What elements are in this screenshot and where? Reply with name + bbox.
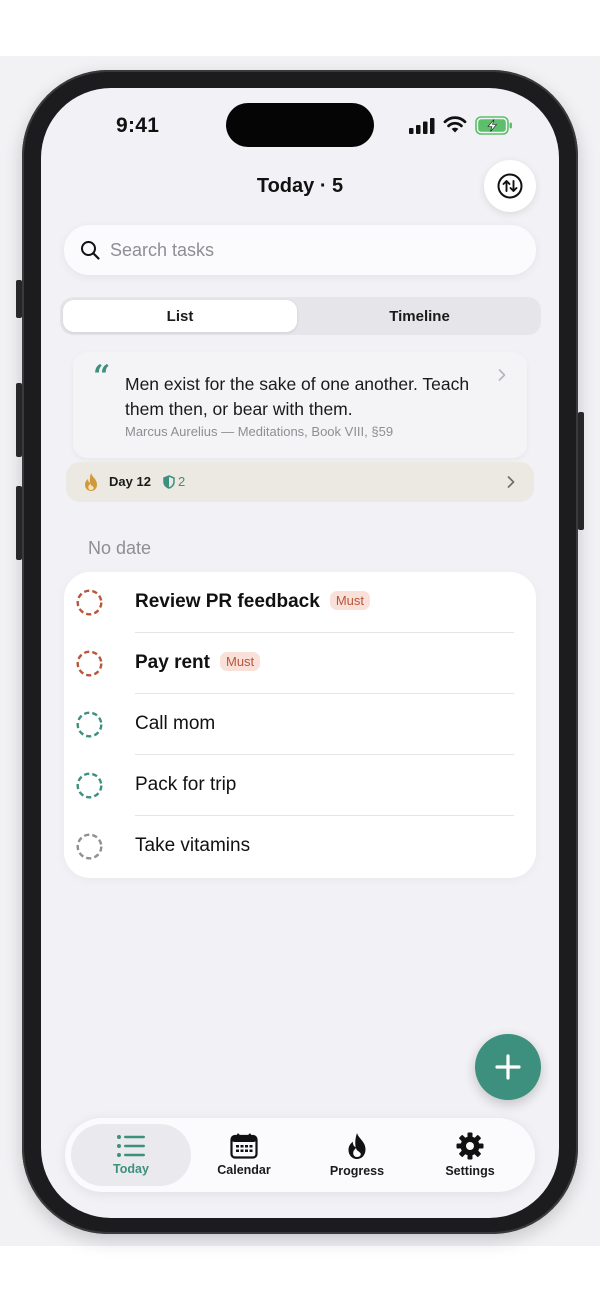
bottom-background-band [0, 1246, 600, 1304]
plus-icon [495, 1054, 521, 1080]
sort-arrows-icon [497, 173, 523, 199]
task-checkbox-must[interactable] [76, 589, 103, 616]
status-time: 9:41 [116, 114, 160, 137]
tab-today[interactable]: Today [71, 1124, 191, 1186]
tab-bar: Today Calendar Progress Settings [65, 1118, 535, 1192]
task-row[interactable]: Pay rent Must [64, 633, 536, 694]
segment-list[interactable]: List [63, 300, 297, 332]
gear-icon [456, 1132, 484, 1160]
task-list: Review PR feedback Must Pay rent Must Call… [64, 572, 536, 878]
add-task-button[interactable] [475, 1034, 541, 1100]
sort-button[interactable] [484, 160, 536, 212]
task-title: Take vitamins [135, 835, 251, 856]
battery-charging-icon [475, 116, 512, 135]
quote-mark-icon: “ [93, 359, 111, 394]
page-title: Today · 5 [256, 175, 344, 197]
task-row[interactable]: Call mom [64, 694, 536, 755]
streak-bar[interactable]: Day 12 2 [66, 462, 534, 502]
top-background-band [0, 0, 600, 56]
task-title: Pay rent Must [135, 652, 261, 674]
view-segmented-control: List Timeline [60, 297, 541, 335]
task-row[interactable]: Review PR feedback Must [64, 572, 536, 633]
task-row[interactable]: Pack for trip [64, 755, 536, 816]
task-title: Pack for trip [135, 774, 237, 795]
chevron-right-icon [507, 476, 515, 488]
power-button [578, 412, 584, 530]
task-checkbox-must[interactable] [76, 650, 103, 677]
tab-calendar[interactable]: Calendar [184, 1124, 304, 1186]
must-badge: Must [329, 591, 370, 610]
tab-label: Calendar [217, 1163, 271, 1177]
search-bar[interactable] [64, 225, 536, 275]
phone-screen: 9:41 Today · 5 List Timelin [41, 88, 559, 1218]
tab-label: Progress [329, 1164, 385, 1178]
wifi-icon [443, 116, 467, 133]
streak-day-label: Day 12 [109, 474, 151, 489]
cellular-signal-icon [409, 118, 435, 134]
search-input[interactable] [110, 239, 490, 261]
tab-settings[interactable]: Settings [410, 1124, 530, 1186]
task-checkbox[interactable] [76, 772, 103, 799]
segment-timeline[interactable]: Timeline [301, 300, 538, 332]
tab-label: Settings [445, 1164, 495, 1178]
tab-label: Today [113, 1162, 149, 1176]
section-label-no-date: No date [88, 538, 152, 558]
task-title: Review PR feedback Must [135, 591, 370, 613]
flame-icon [348, 1133, 366, 1159]
dynamic-island [226, 103, 374, 147]
flame-icon [85, 473, 97, 491]
chevron-right-icon [498, 369, 506, 381]
shield-count: 2 [178, 474, 186, 489]
search-icon [81, 241, 100, 260]
list-icon [117, 1135, 145, 1157]
task-row[interactable]: Take vitamins [64, 816, 536, 877]
task-title: Call mom [135, 713, 216, 734]
must-badge: Must [219, 652, 261, 671]
shield-icon [163, 475, 175, 489]
quote-card[interactable]: “ Men exist for the sake of one another.… [73, 352, 527, 458]
quote-source: Marcus Aurelius — Meditations, Book VIII… [125, 424, 394, 439]
task-checkbox-low[interactable] [76, 833, 103, 860]
tab-progress[interactable]: Progress [297, 1124, 417, 1186]
quote-text: Men exist for the sake of one another. T… [125, 374, 470, 419]
task-checkbox[interactable] [76, 711, 103, 738]
calendar-icon [230, 1133, 258, 1159]
